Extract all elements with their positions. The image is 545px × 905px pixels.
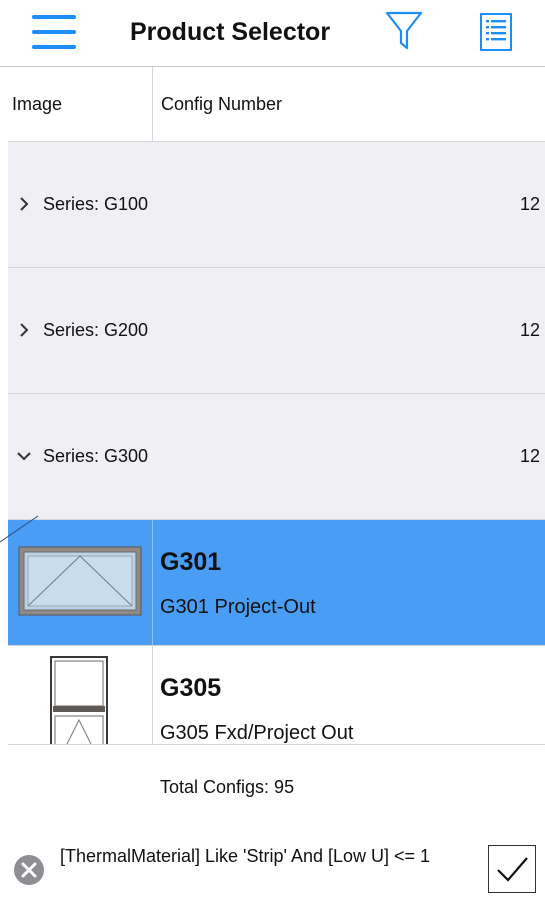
chevron-right-icon [20, 323, 29, 337]
group-row-g100[interactable]: Series: G100 12 [8, 142, 545, 268]
apply-filter-button[interactable] [488, 845, 536, 893]
column-header-image[interactable]: Image [12, 67, 62, 141]
group-count: 12 [519, 194, 540, 214]
product-selector-screen: Product Selector Image Config Number Ser… [0, 0, 545, 905]
item-description: G301 Project-Out [160, 596, 316, 618]
page-title: Product Selector [130, 18, 331, 46]
group-count: 12 [519, 446, 540, 466]
item-code: G305 [160, 674, 222, 702]
group-row-g200[interactable]: Series: G200 12 [8, 268, 545, 394]
total-configs-row: Total Configs: 95 [8, 744, 545, 830]
list-document-icon[interactable] [478, 12, 514, 52]
group-label: Series: G200 [43, 320, 149, 340]
group-label: Series: G300 [43, 446, 149, 466]
column-divider [152, 520, 153, 645]
group-row-g300[interactable]: Series: G300 12 [8, 394, 545, 520]
active-filter-bar: [ThermalMaterial] Like 'Strip' And [Low … [0, 829, 545, 905]
column-divider [152, 67, 153, 141]
column-header-config-number[interactable]: Config Number [161, 67, 282, 141]
item-description: G305 Fxd/Project Out [160, 722, 354, 744]
filter-expression: [ThermalMaterial] Like 'Strip' And [Low … [60, 846, 431, 866]
total-configs-label: Total Configs: 95 [160, 777, 295, 797]
window-thumbnail-project-out [18, 546, 142, 616]
checkmark-icon [497, 857, 528, 882]
clear-circle-x-icon[interactable] [13, 854, 45, 886]
nav-header: Product Selector [0, 0, 545, 67]
decorative-line [0, 515, 39, 543]
funnel-filter-icon[interactable] [384, 10, 424, 52]
hamburger-menu-icon[interactable] [32, 15, 76, 49]
chevron-right-icon [20, 197, 29, 211]
chevron-down-icon [17, 452, 31, 461]
table-row-g301[interactable]: G301 G301 Project-Out [8, 520, 545, 646]
group-label: Series: G100 [43, 194, 149, 214]
table-column-header: Image Config Number [8, 67, 545, 142]
group-count: 12 [519, 320, 540, 340]
item-code: G301 [160, 548, 222, 576]
